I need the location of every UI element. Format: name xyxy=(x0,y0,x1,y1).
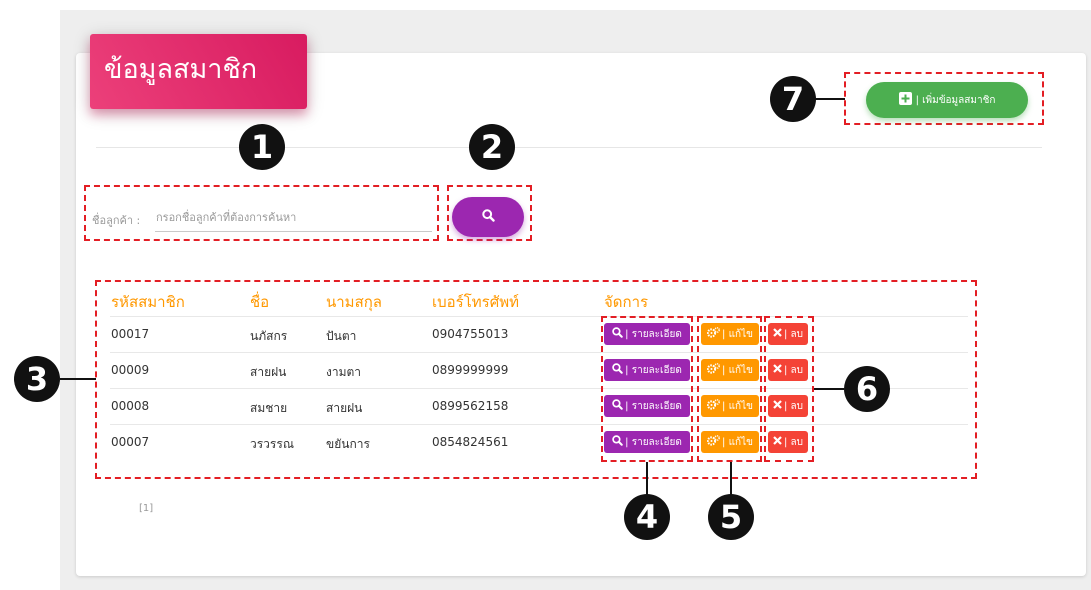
screen: ข้อมูลสมาชิก 7 | เพิ่มข้อมูลสมาชิก 1 ชื่… xyxy=(0,0,1091,590)
callout-badge-7: 7 xyxy=(770,76,816,122)
callout-badge-5: 5 xyxy=(708,494,754,540)
cell-phone: 0899562158 xyxy=(432,399,509,413)
annotation-box-4 xyxy=(601,316,693,462)
table-divider xyxy=(110,352,968,353)
cell-last-name: สายฝน xyxy=(326,401,363,415)
callout-badge-3: 3 xyxy=(14,356,60,402)
callout-leader-3 xyxy=(60,378,96,380)
column-header-first-name: ชื่อ xyxy=(250,293,270,311)
divider xyxy=(96,147,1042,148)
cell-phone: 0899999999 xyxy=(432,363,509,377)
pagination-link[interactable]: [1] xyxy=(139,503,153,514)
search-label: ชื่อลูกค้า : xyxy=(92,214,141,227)
cell-member-id: 00008 xyxy=(111,399,150,413)
search-button[interactable] xyxy=(452,197,524,237)
cell-member-id: 00007 xyxy=(111,435,150,449)
column-header-member-id: รหัสสมาชิก xyxy=(111,293,185,311)
annotation-box-5 xyxy=(697,316,762,462)
callout-leader-7 xyxy=(815,98,845,100)
annotation-box-6 xyxy=(764,316,814,462)
callout-leader-5 xyxy=(730,462,732,495)
cell-first-name: วรวรรณ xyxy=(250,437,294,451)
cell-first-name: สมชาย xyxy=(250,401,288,415)
cell-first-name: นภัสกร xyxy=(250,329,288,343)
cell-phone: 0854824561 xyxy=(432,435,509,449)
column-header-phone: เบอร์โทรศัพท์ xyxy=(432,293,520,311)
cell-first-name: สายฝน xyxy=(250,365,287,379)
cell-last-name: งามตา xyxy=(326,365,362,379)
cell-member-id: 00017 xyxy=(111,327,150,341)
add-member-label: | เพิ่มข้อมูลสมาชิก xyxy=(915,94,996,106)
cell-phone: 0904755013 xyxy=(432,327,509,341)
search-input[interactable] xyxy=(155,204,432,232)
plus-square-icon xyxy=(898,92,912,108)
search-icon xyxy=(481,209,495,225)
callout-badge-4: 4 xyxy=(624,494,670,540)
table-divider xyxy=(110,424,968,425)
callout-leader-6 xyxy=(814,388,844,390)
callout-badge-6: 6 xyxy=(844,366,890,412)
table-divider xyxy=(110,316,968,317)
cell-last-name: ขยันการ xyxy=(326,437,370,451)
add-member-button[interactable]: | เพิ่มข้อมูลสมาชิก xyxy=(866,82,1028,118)
callout-badge-1: 1 xyxy=(239,124,285,170)
callout-badge-2: 2 xyxy=(469,124,515,170)
page-title: ข้อมูลสมาชิก xyxy=(90,34,307,109)
column-header-last-name: นามสกุล xyxy=(326,293,382,311)
callout-leader-4 xyxy=(646,462,648,495)
cell-member-id: 00009 xyxy=(111,363,150,377)
cell-last-name: ปันตา xyxy=(326,329,357,343)
column-header-manage: จัดการ xyxy=(604,293,649,311)
